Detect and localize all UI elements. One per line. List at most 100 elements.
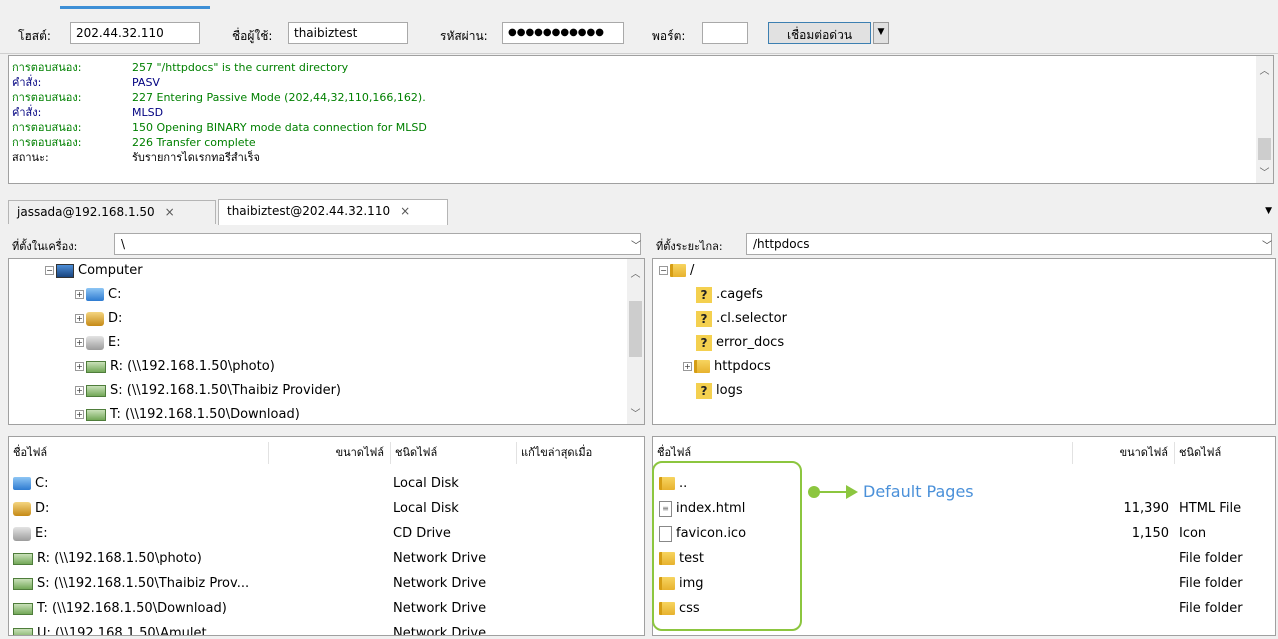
expand-icon[interactable]: + bbox=[75, 290, 84, 299]
expand-icon[interactable]: + bbox=[683, 362, 692, 371]
tree-item-label: Computer bbox=[78, 263, 143, 278]
server-tabs: jassada@192.168.1.50 × thaibiztest@202.44… bbox=[0, 196, 1278, 226]
local-tree-item[interactable]: + S: (\\192.168.1.50\Thaibiz Provider) bbox=[75, 379, 341, 403]
host-input[interactable]: 202.44.32.110 bbox=[70, 22, 200, 44]
file-type: Network Drive bbox=[393, 626, 487, 636]
tree-item-label: error_docs bbox=[716, 335, 785, 350]
file-type: Local Disk bbox=[393, 476, 459, 491]
local-file-row[interactable]: T: (\\192.168.1.50\Download) Network Driv… bbox=[9, 596, 644, 621]
local-tree-item[interactable]: − Computer bbox=[45, 259, 143, 283]
expand-icon[interactable]: + bbox=[75, 338, 84, 347]
local-file-row[interactable]: C: Local Disk bbox=[9, 471, 644, 496]
chevron-down-icon[interactable]: ▼ bbox=[873, 22, 889, 44]
scroll-down-icon[interactable]: ﹀ bbox=[627, 405, 644, 420]
file-type-cell: Local Disk bbox=[393, 496, 517, 521]
tree-item-label: T: (\\192.168.1.50\Download) bbox=[110, 407, 300, 422]
log-entry-message: รับรายการไดเรกทอรีสำเร็จ bbox=[132, 151, 260, 164]
expand-icon[interactable]: + bbox=[75, 386, 84, 395]
scroll-up-icon[interactable]: ︿ bbox=[1256, 62, 1273, 77]
computer-icon bbox=[56, 263, 74, 278]
file-name: E: bbox=[35, 526, 48, 541]
expand-icon[interactable]: + bbox=[75, 362, 84, 371]
local-tree-item[interactable]: + R: (\\192.168.1.50\photo) bbox=[75, 355, 275, 379]
network-drive-icon bbox=[86, 384, 106, 397]
file-name: C: bbox=[35, 476, 49, 491]
remote-tree-item[interactable]: − / bbox=[659, 259, 694, 283]
column-size[interactable]: ขนาดไฟล์ bbox=[269, 442, 391, 464]
remote-tree-item[interactable]: ? .cl.selector bbox=[683, 307, 787, 331]
file-type-cell: Network Drive bbox=[393, 571, 517, 596]
scroll-down-icon[interactable]: ﹀ bbox=[1256, 164, 1273, 179]
expand-icon[interactable]: + bbox=[75, 410, 84, 419]
remote-tree-item[interactable]: + httpdocs bbox=[683, 355, 771, 379]
local-tree-item[interactable]: + D: bbox=[75, 307, 122, 331]
log-entry-message: PASV bbox=[132, 76, 160, 89]
file-type-cell: Icon bbox=[1179, 521, 1275, 546]
local-tree-scrollbar[interactable]: ︿ ﹀ bbox=[627, 259, 644, 424]
column-size[interactable]: ขนาดไฟล์ bbox=[1073, 442, 1175, 464]
quickconnect-button[interactable]: เชื่อมต่อด่วน bbox=[768, 22, 871, 44]
remote-path-label: ที่ตั้งระยะไกล: bbox=[656, 240, 723, 253]
column-name[interactable]: ชื่อไฟล์ bbox=[9, 442, 269, 464]
collapse-icon[interactable]: − bbox=[45, 266, 54, 275]
disk-icon bbox=[86, 311, 104, 326]
log-entry: คำสั่ง: PASV bbox=[9, 75, 1256, 90]
log-entry: การตอบสนอง: 227 Entering Passive Mode (20… bbox=[9, 90, 1256, 105]
network-drive-icon bbox=[13, 577, 33, 590]
port-input[interactable] bbox=[702, 22, 748, 44]
log-entry-label: การตอบสนอง: bbox=[12, 136, 82, 149]
drive-icon bbox=[86, 288, 104, 301]
remote-tree-panel: − /? .cagefs? .cl.selector? error_docs + httpd… bbox=[652, 258, 1276, 425]
file-type-cell: File folder bbox=[1179, 546, 1275, 571]
scroll-up-icon[interactable]: ︿ bbox=[627, 265, 644, 280]
column-type[interactable]: ชนิดไฟล์ bbox=[391, 442, 517, 464]
local-file-row[interactable]: U: (\\192.168.1.50\Amulet... Network Driv… bbox=[9, 621, 644, 636]
column-modified[interactable]: แก้ไขล่าสุดเมื่อ bbox=[517, 442, 644, 464]
local-file-row[interactable]: E: CD Drive bbox=[9, 521, 644, 546]
local-tree-item[interactable]: + E: bbox=[75, 331, 121, 355]
chevron-down-icon[interactable]: ﹀ bbox=[1262, 237, 1272, 252]
password-input[interactable]: ●●●●●●●●●●● bbox=[502, 22, 624, 44]
file-size: 11,390 bbox=[1123, 501, 1170, 516]
log-entry-message: MLSD bbox=[132, 106, 164, 119]
remote-path-input[interactable]: /httpdocs bbox=[746, 233, 1272, 255]
username-input[interactable]: thaibiztest bbox=[288, 22, 408, 44]
tab-jassada[interactable]: jassada@192.168.1.50 × bbox=[8, 200, 216, 224]
local-file-row[interactable]: D: Local Disk bbox=[9, 496, 644, 521]
top-strip bbox=[0, 0, 1278, 14]
log-scrollbar[interactable]: ︿ ﹀ bbox=[1256, 56, 1273, 183]
log-entry-message: 257 "/httpdocs" is the current directory bbox=[132, 61, 349, 74]
tab-overflow-icon[interactable]: ▼ bbox=[1265, 206, 1272, 216]
log-entry: การตอบสนอง: 226 Transfer complete bbox=[9, 135, 1256, 150]
file-name: U: (\\192.168.1.50\Amulet... bbox=[37, 626, 219, 636]
cd-drive-icon bbox=[13, 526, 31, 541]
remote-tree-item[interactable]: ? error_docs bbox=[683, 331, 784, 355]
tab-thaibiztest[interactable]: thaibiztest@202.44.32.110 × bbox=[218, 199, 448, 225]
file-name-cell: C: bbox=[13, 471, 385, 496]
local-tree-item[interactable]: + C: bbox=[75, 283, 121, 307]
column-type[interactable]: ชนิดไฟล์ bbox=[1175, 442, 1275, 464]
collapse-icon[interactable]: − bbox=[659, 266, 668, 275]
remote-tree-item[interactable]: ? .cagefs bbox=[683, 283, 763, 307]
cd-drive-icon bbox=[86, 335, 104, 350]
remote-tree-item[interactable]: ? logs bbox=[683, 379, 743, 403]
close-icon[interactable]: × bbox=[165, 205, 175, 219]
host-label: โฮสต์: bbox=[18, 29, 51, 43]
file-name: D: bbox=[35, 501, 50, 516]
expand-icon[interactable]: + bbox=[75, 314, 84, 323]
local-file-row[interactable]: S: (\\192.168.1.50\Thaibiz Prov... Networ… bbox=[9, 571, 644, 596]
local-path-input[interactable]: \ bbox=[114, 233, 641, 255]
chevron-down-icon[interactable]: ﹀ bbox=[631, 237, 641, 252]
file-name-cell: E: bbox=[13, 521, 385, 546]
remote-path-bar: ที่ตั้งระยะไกล: /httpdocs ﹀ bbox=[652, 231, 1276, 257]
password-label: รหัสผ่าน: bbox=[440, 29, 488, 43]
scroll-thumb[interactable] bbox=[1258, 138, 1271, 160]
local-path-label: ที่ตั้งในเครื่อง: bbox=[12, 240, 78, 253]
scroll-thumb[interactable] bbox=[629, 301, 642, 357]
file-type: CD Drive bbox=[393, 526, 451, 541]
tree-item-label: D: bbox=[108, 311, 123, 326]
local-file-row[interactable]: R: (\\192.168.1.50\photo) Network Drive bbox=[9, 546, 644, 571]
close-icon[interactable]: × bbox=[400, 204, 410, 218]
local-tree-item[interactable]: + T: (\\192.168.1.50\Download) bbox=[75, 403, 300, 424]
file-type: File folder bbox=[1179, 601, 1243, 616]
